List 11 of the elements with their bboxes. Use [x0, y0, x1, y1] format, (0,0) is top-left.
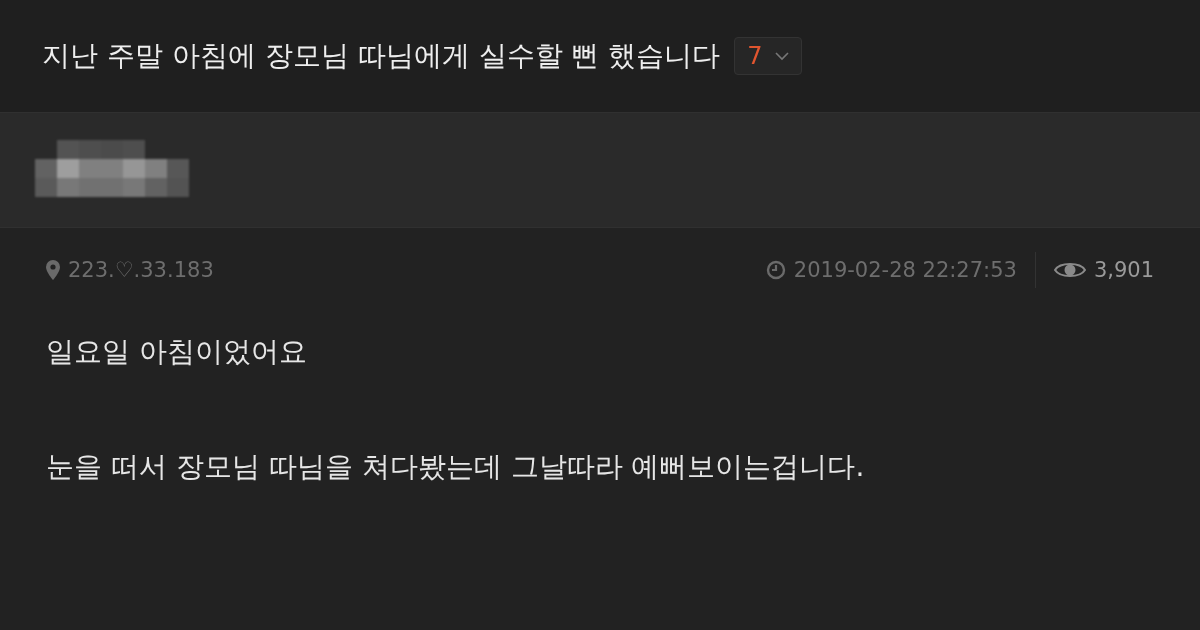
post-date: 2019-02-28 22:27:53 [793, 258, 1017, 282]
clock-icon [765, 260, 786, 280]
post-paragraph: 일요일 아침이었어요 [46, 334, 308, 370]
location-pin-icon [46, 260, 60, 280]
comment-count-button[interactable]: 7 [734, 37, 802, 75]
view-count: 3,901 [1093, 258, 1154, 282]
eye-icon [1053, 260, 1086, 280]
chevron-down-icon [774, 51, 789, 61]
ip-address: 223.♡.33.183 [68, 258, 214, 282]
post-title: 지난 주말 아침에 장모님 따님에게 실수할 뻔 했습니다 [42, 38, 721, 74]
post-paragraph: 눈을 떠서 장모님 따님을 쳐다봤는데 그날따라 예뻐보이는겁니다. [46, 449, 866, 486]
